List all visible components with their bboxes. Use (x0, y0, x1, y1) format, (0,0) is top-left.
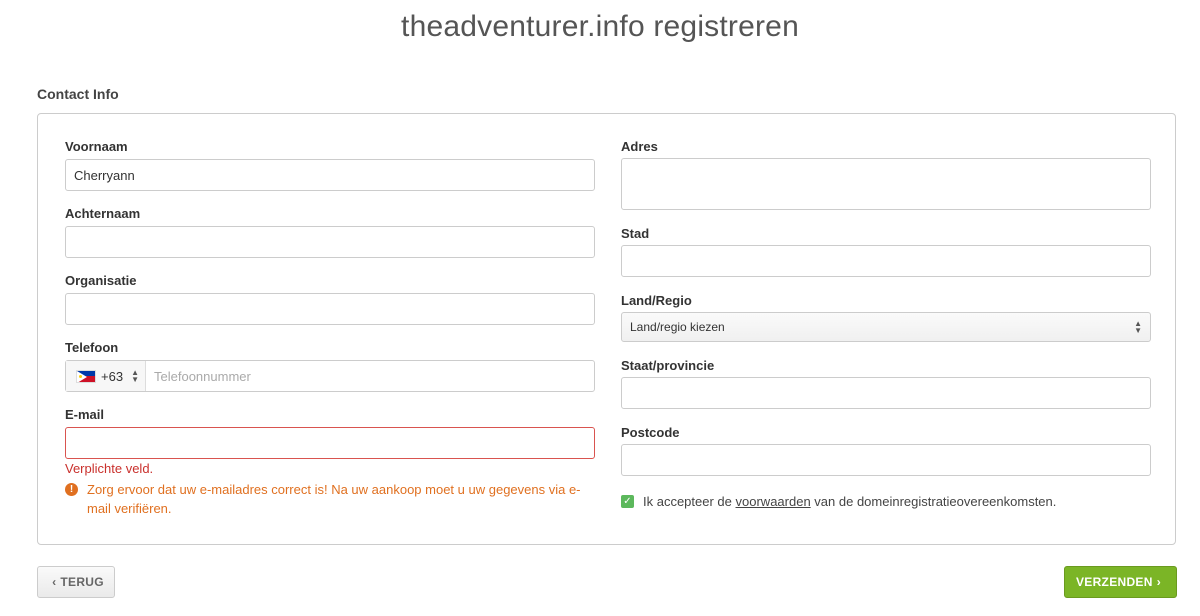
email-error-text: Verplichte veld. (65, 461, 154, 476)
first-name-label: Voornaam (65, 139, 128, 154)
terms-prefix: Ik accepteer de (643, 494, 732, 509)
country-label: Land/Regio (621, 293, 692, 308)
organization-label: Organisatie (65, 273, 137, 288)
chevron-right-icon: › (1156, 575, 1161, 589)
country-code-selector[interactable]: +63 ▲ ▼ (66, 361, 146, 391)
submit-button-label: VERZENDEN (1075, 575, 1153, 589)
terms-suffix: van de domeinregistratieovereenkomsten. (814, 494, 1057, 509)
updown-arrows-icon: ▲ ▼ (131, 368, 139, 384)
terms-checkbox[interactable]: ✓ (621, 495, 634, 508)
city-label: Stad (621, 226, 650, 241)
country-select-value: Land/regio kiezen (630, 320, 725, 334)
philippines-flag-icon (76, 369, 96, 383)
back-button[interactable]: ‹ TERUG (37, 566, 115, 598)
terms-link[interactable]: voorwaarden (736, 494, 811, 509)
country-code: +63 (101, 368, 124, 384)
phone-number-input[interactable] (146, 361, 594, 391)
country-select[interactable]: Land/regio kiezen ▲ ▼ (621, 312, 1151, 342)
address-label: Adres (621, 139, 658, 154)
chevron-left-icon: ‹ (52, 575, 57, 589)
section-title: Contact Info (37, 86, 119, 102)
contact-info-panel: Voornaam Achternaam Organisatie Telefoon… (37, 113, 1176, 545)
submit-button[interactable]: VERZENDEN › (1064, 566, 1177, 598)
last-name-label: Achternaam (65, 206, 141, 221)
warning-icon: ! (65, 483, 78, 496)
state-input[interactable] (621, 377, 1151, 409)
email-label: E-mail (65, 407, 105, 422)
page-title: theadventurer.info registreren (401, 10, 799, 43)
last-name-input[interactable] (65, 226, 595, 258)
email-warning-text: Zorg ervoor dat uw e-mailadres correct i… (87, 482, 581, 516)
organization-input[interactable] (65, 293, 595, 325)
state-label: Staat/provincie (621, 358, 715, 373)
address-textarea[interactable] (621, 158, 1151, 210)
phone-label: Telefoon (65, 340, 119, 355)
postcode-label: Postcode (621, 425, 680, 440)
terms-agreement: ✓ Ik accepteer de voorwaarden van de dom… (621, 494, 1056, 509)
postcode-input[interactable] (621, 444, 1151, 476)
first-name-input[interactable] (65, 159, 595, 191)
phone-field: +63 ▲ ▼ (65, 360, 595, 392)
email-input[interactable] (65, 427, 595, 459)
select-arrows-icon: ▲ ▼ (1134, 319, 1142, 335)
back-button-label: TERUG (60, 575, 104, 589)
email-warning: ! Zorg ervoor dat uw e-mailadres correct… (65, 480, 595, 518)
city-input[interactable] (621, 245, 1151, 277)
